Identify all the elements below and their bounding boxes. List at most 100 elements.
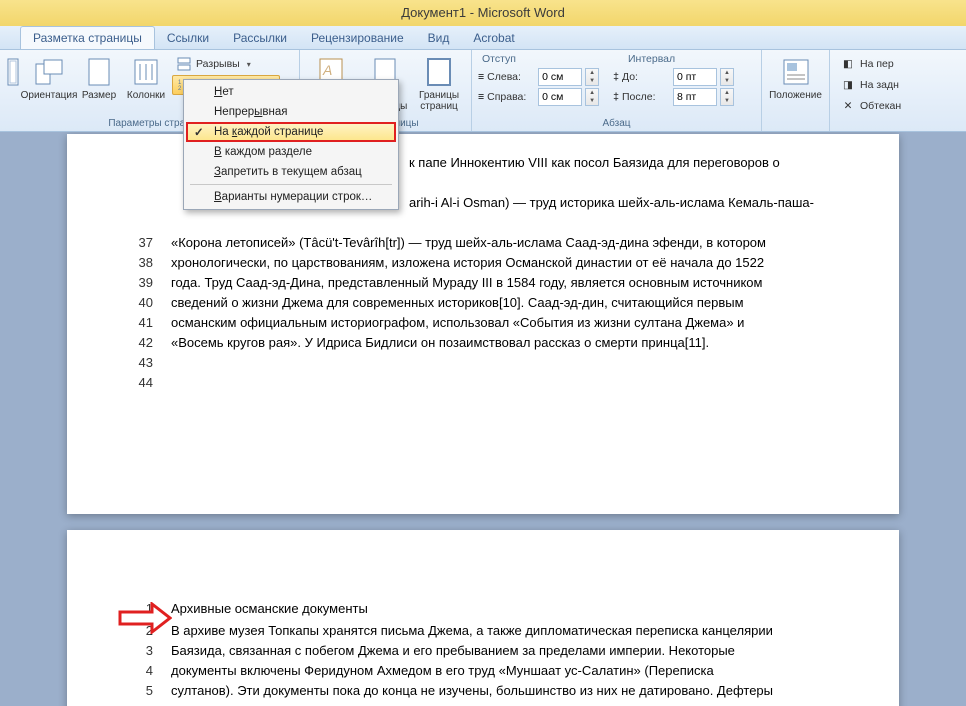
line-text: В архиве музея Топкапы хранятся письма Д… (171, 622, 869, 640)
annotation-arrow (118, 602, 172, 634)
line-text: «Корона летописей» (Tâcü't-Tevârîh[tr]) … (171, 234, 869, 252)
indent-right-spinner[interactable]: ▲▼ (585, 88, 599, 106)
doc-line[interactable]: 42 «Восемь кругов рая». У Идриса Бидлиси … (127, 334, 869, 352)
indent-title: Отступ (482, 53, 516, 65)
line-number: 40 (127, 294, 153, 312)
line-text: «Восемь кругов рая». У Идриса Бидлиси он… (171, 334, 869, 352)
indent-right-row: ≡ Справа: 0 см ▲▼ (478, 87, 599, 107)
line-text (171, 374, 869, 392)
doc-line[interactable]: 1Архивные османские документы (127, 600, 869, 618)
columns-button[interactable]: Колонки (124, 52, 168, 101)
breaks-button[interactable]: Разрывы (172, 54, 280, 74)
line-number: 3 (127, 642, 153, 660)
group-arrange-label (768, 129, 823, 131)
wrap-icon: ✕ (840, 98, 856, 114)
page-borders-icon (423, 56, 455, 88)
doc-line[interactable]: 40 сведений о жизни Джема для современных… (127, 294, 869, 312)
doc-line[interactable]: arih-i Al-i Osman) — труд историка шейх-… (409, 194, 869, 212)
line-text: хронологически, по царствованиям, изложе… (171, 254, 869, 272)
size-icon (83, 56, 115, 88)
doc-line[interactable]: 5 султанов). Эти документы пока до конца … (127, 682, 869, 700)
orientation-button[interactable]: Ориентация (24, 52, 74, 101)
indent-left-row: ≡ Слева: 0 см ▲▼ (478, 67, 599, 87)
indent-left-value[interactable]: 0 см (538, 68, 582, 86)
line-number: 43 (127, 354, 153, 372)
front-icon: ◧ (840, 56, 856, 72)
line-text: Архивные османские документы (171, 600, 869, 618)
spacing-before-row: ‡ До: 0 пт ▲▼ (613, 67, 734, 87)
ribbon-tabs: Разметка страницы Ссылки Рассылки Реценз… (0, 26, 966, 50)
margins-button[interactable] (6, 52, 20, 88)
position-button[interactable]: Положение (768, 52, 823, 101)
doc-line[interactable]: к папе Иннокентию VIII как посол Баязида… (409, 154, 869, 172)
indent-left-icon: ≡ (478, 71, 484, 83)
doc-line[interactable]: 44 (127, 374, 869, 392)
spacing-after-spinner[interactable]: ▲▼ (720, 88, 734, 106)
tab-view[interactable]: Вид (416, 27, 462, 49)
doc-line[interactable]: 38 хронологически, по царствованиям, изло… (127, 254, 869, 272)
send-back-button[interactable]: ◨На задн (836, 75, 905, 95)
indent-right-value[interactable]: 0 см (538, 88, 582, 106)
spacing-after-row: ‡ После: 8 пт ▲▼ (613, 87, 734, 107)
position-icon (780, 56, 812, 88)
line-number: 41 (127, 314, 153, 332)
text-wrap-button[interactable]: ✕Обтекан (836, 96, 905, 116)
line-number: 5 (127, 682, 153, 700)
ribbon: Ориентация Размер Колонки Разрывы 12 Ном… (0, 50, 966, 132)
spacing-after-value[interactable]: 8 пт (673, 88, 717, 106)
title-bar: Документ1 - Microsoft Word (0, 0, 966, 26)
tab-page-layout[interactable]: Разметка страницы (20, 26, 155, 49)
line-text: османским официальным историографом, исп… (171, 314, 869, 332)
doc-line[interactable]: 41 османским официальным историографом, и… (127, 314, 869, 332)
line-number: 4 (127, 662, 153, 680)
size-button[interactable]: Размер (78, 52, 120, 101)
page-borders-button[interactable]: Границы страниц (414, 52, 464, 112)
tab-references[interactable]: Ссылки (155, 27, 221, 49)
orientation-icon (33, 56, 65, 88)
columns-icon (130, 56, 162, 88)
line-text: Баязида, связанная с побегом Джема и его… (171, 642, 869, 660)
line-numbers-menu: Нет Непрерывная На каждой странице В каж… (183, 79, 399, 210)
menu-suppress[interactable]: Запретить в текущем абзац (186, 162, 396, 182)
line-text: документы включены Феридуном Ахмедом в е… (171, 662, 869, 680)
tab-acrobat[interactable]: Acrobat (461, 27, 526, 49)
indent-right-icon: ≡ (478, 91, 484, 103)
spacing-before-icon: ‡ (613, 71, 619, 83)
breaks-icon (176, 56, 192, 72)
back-icon: ◨ (840, 77, 856, 93)
line-number: 42 (127, 334, 153, 352)
doc-line[interactable] (409, 174, 869, 192)
line-number: 39 (127, 274, 153, 292)
line-text (171, 354, 869, 372)
page-2[interactable]: 1Архивные османские документы 2В архиве м… (67, 530, 899, 706)
menu-each-section[interactable]: В каждом разделе (186, 142, 396, 162)
group-paragraph-label: Абзац (478, 118, 755, 131)
doc-line[interactable]: 37 «Корона летописей» (Tâcü't-Tevârîh[tr]… (127, 234, 869, 252)
doc-line[interactable]: 3 Баязида, связанная с побегом Джема и ег… (127, 642, 869, 660)
doc-line[interactable]: 4 документы включены Феридуном Ахмедом в … (127, 662, 869, 680)
spacing-title: Интервал (628, 53, 675, 65)
menu-separator (190, 184, 392, 185)
doc-line[interactable]: 2В архиве музея Топкапы хранятся письма … (127, 622, 869, 640)
spacing-after-icon: ‡ (613, 91, 619, 103)
line-text: года. Труд Саад-эд-Дина, представленный … (171, 274, 869, 292)
menu-options[interactable]: Варианты нумерации строк… (186, 187, 396, 207)
line-number: 44 (127, 374, 153, 392)
bring-front-button[interactable]: ◧На пер (836, 54, 905, 74)
menu-continuous[interactable]: Непрерывная (186, 102, 396, 122)
tab-review[interactable]: Рецензирование (299, 27, 416, 49)
line-text: султанов). Эти документы пока до конца н… (171, 682, 869, 700)
doc-line[interactable]: 43 (127, 354, 869, 372)
spacing-before-value[interactable]: 0 пт (673, 68, 717, 86)
line-number: 37 (127, 234, 153, 252)
tab-mailings[interactable]: Рассылки (221, 27, 299, 49)
svg-text:A: A (322, 62, 332, 78)
svg-text:2: 2 (178, 86, 182, 92)
menu-none[interactable]: Нет (186, 82, 396, 102)
doc-line[interactable]: 39 года. Труд Саад-эд-Дина, представленны… (127, 274, 869, 292)
spacing-before-spinner[interactable]: ▲▼ (720, 68, 734, 86)
line-number: 38 (127, 254, 153, 272)
line-text: сведений о жизни Джема для современных и… (171, 294, 869, 312)
menu-each-page[interactable]: На каждой странице (186, 122, 396, 142)
indent-left-spinner[interactable]: ▲▼ (585, 68, 599, 86)
